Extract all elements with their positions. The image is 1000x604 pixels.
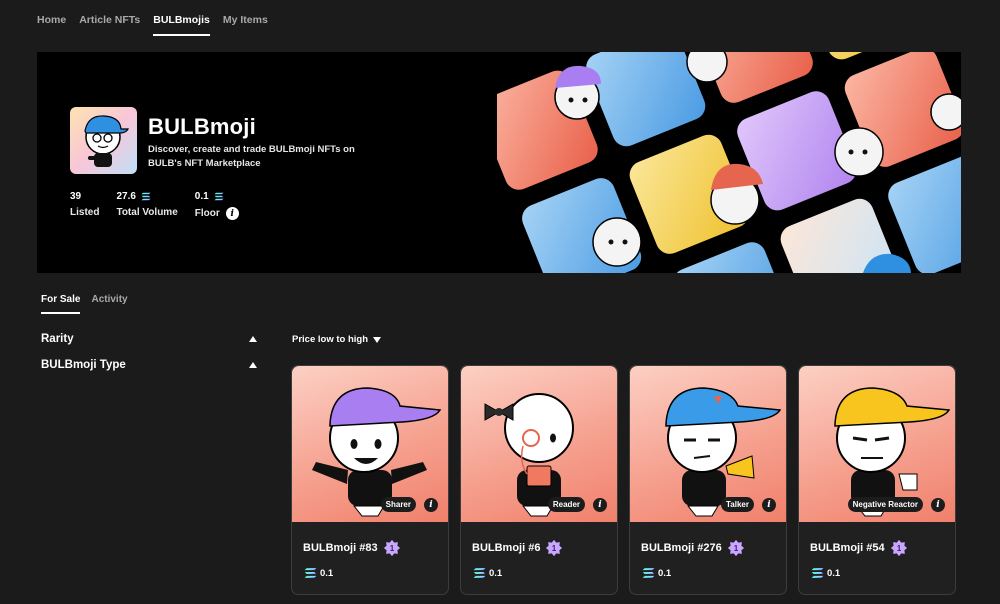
nav-home[interactable]: Home [37,8,66,36]
collection-title: BULBmoji [148,114,256,139]
nft-card[interactable]: Sharer i BULBmoji #83 1 0.1 [291,365,449,595]
nft-card[interactable]: Negative Reactor i BULBmoji #54 1 0.1 [798,365,956,595]
stat-listed: 39 Listed [70,188,99,220]
listed-value: 39 [70,190,82,202]
nav-article-nfts[interactable]: Article NFTs [79,8,140,36]
rank-star-icon: 1 [546,539,563,557]
nft-name: BULBmoji #54 [810,542,885,554]
rank-value: 1 [733,544,738,553]
nft-image: Negative Reactor i [799,366,955,522]
nav-my-items[interactable]: My Items [223,8,268,36]
volume-label: Total Volume [116,207,178,218]
nft-card[interactable]: Talker i BULBmoji #276 1 0.1 [629,365,787,595]
nft-price: 0.1 [304,567,333,579]
chevron-up-icon [249,362,257,368]
collection-stats: 39 Listed 27.6 Total Volume 0.1 Floor i [70,188,256,220]
solana-icon [214,192,224,201]
price-value: 0.1 [658,567,672,579]
rank-star-icon: 1 [727,539,744,557]
floor-label: Floor [194,208,220,219]
info-icon[interactable]: i [762,498,776,512]
solana-icon [141,192,151,201]
sort-label: Price low to high [292,334,369,345]
solana-icon [473,567,486,579]
nft-image: Talker i [630,366,786,522]
filter-bulbmoji-type[interactable]: BULBmoji Type [41,356,257,374]
nft-price: 0.1 [642,567,671,579]
bulbmoji-sharer-icon [312,387,442,517]
stat-volume: 27.6 Total Volume [116,188,177,220]
chevron-up-icon [249,336,257,342]
nft-price: 0.1 [473,567,502,579]
nft-image: Sharer i [292,366,448,522]
nft-card[interactable]: Reader i BULBmoji #6 1 0.1 [460,365,618,595]
info-icon[interactable]: i [225,207,239,220]
info-icon[interactable]: i [931,498,945,512]
bulbmoji-talker-icon [665,387,782,517]
type-badge: Negative Reactor [847,497,923,512]
nft-name-row: BULBmoji #6 1 [472,539,563,557]
filter-type-label: BULBmoji Type [41,359,126,371]
nft-name: BULBmoji #83 [303,542,378,554]
solana-icon [642,567,655,579]
top-nav: Home Article NFTs BULBmojis My Items [37,8,268,36]
collection-description: Discover, create and trade BULBmoji NFTs… [148,144,355,169]
chevron-down-icon [373,336,382,343]
nft-image: Reader i [461,366,617,522]
rank-value: 1 [389,544,394,553]
info-icon[interactable]: i [424,498,438,512]
info-icon[interactable]: i [593,498,607,512]
rank-star-icon: 1 [890,539,907,557]
nft-name: BULBmoji #6 [472,542,541,554]
nft-price: 0.1 [811,567,840,579]
bulbmoji-avatar-icon [84,115,129,167]
nft-name: BULBmoji #276 [641,542,722,554]
collection-banner: BULBmoji Discover, create and trade BULB… [37,52,961,273]
floor-value: 0.1 [194,190,209,202]
type-badge: Reader [547,497,585,512]
type-badge: Talker [721,497,754,512]
type-badge: Sharer [380,497,416,512]
nav-bulbmojis[interactable]: BULBmojis [153,8,210,36]
filter-rarity-label: Rarity [41,333,74,345]
solana-icon [811,567,824,579]
volume-value: 27.6 [116,190,136,202]
listing-tabs: For Sale Activity [41,292,128,314]
price-value: 0.1 [489,567,503,579]
sort-dropdown[interactable]: Price low to high [292,334,382,345]
listed-label: Listed [70,207,100,218]
solana-icon [304,567,317,579]
filter-rarity[interactable]: Rarity [41,330,257,348]
rank-value: 1 [552,544,557,553]
tab-for-sale[interactable]: For Sale [41,292,81,314]
bulbmoji-reader-icon [484,393,574,517]
nft-name-row: BULBmoji #276 1 [641,539,745,557]
price-value: 0.1 [320,567,334,579]
stat-floor: 0.1 Floor i [195,188,239,220]
nft-name-row: BULBmoji #83 1 [303,539,401,557]
rank-value: 1 [896,544,901,553]
collection-avatar [70,107,137,174]
tab-activity[interactable]: Activity [91,292,127,314]
nft-name-row: BULBmoji #54 1 [810,539,908,557]
rank-star-icon: 1 [383,539,400,557]
price-value: 0.1 [827,567,841,579]
banner-collage [497,52,961,273]
